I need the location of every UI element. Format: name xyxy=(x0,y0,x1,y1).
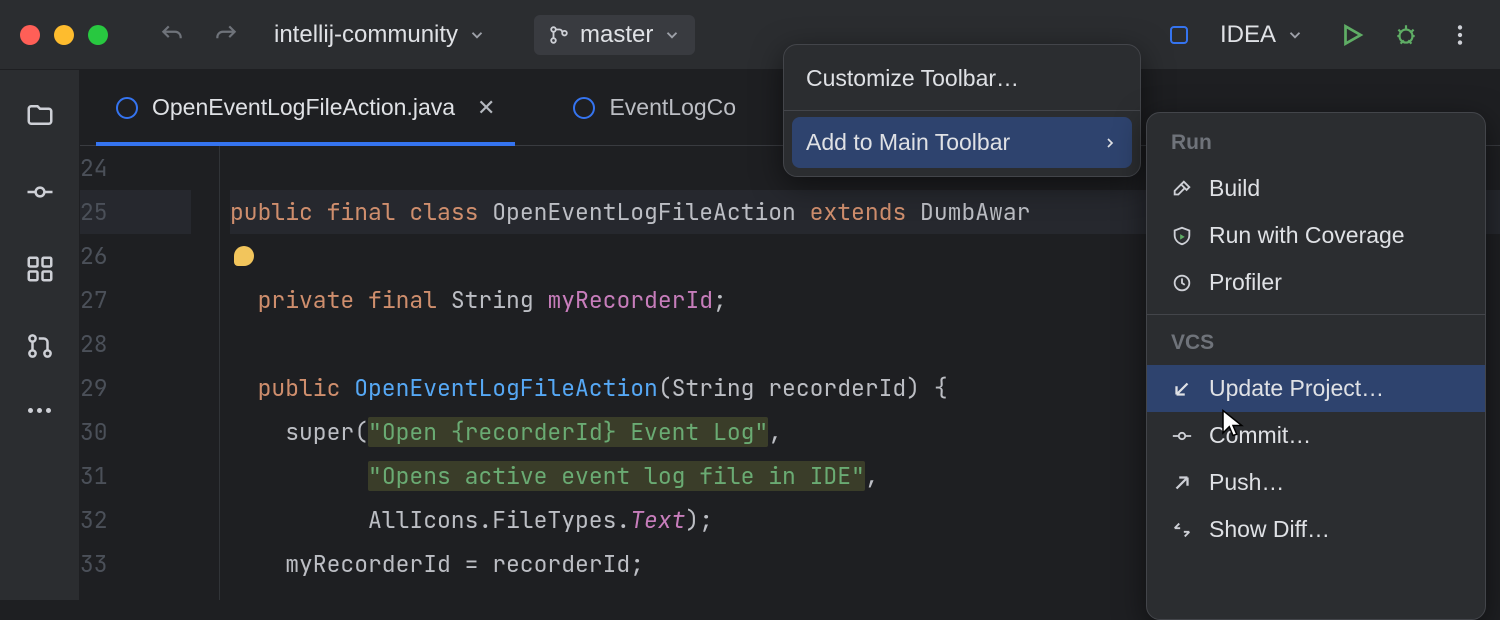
tool-strip xyxy=(0,70,80,600)
branch-name: master xyxy=(580,21,653,49)
more-tools-icon[interactable] xyxy=(28,408,51,413)
minimize-window-button[interactable] xyxy=(54,25,74,45)
show-diff-item[interactable]: Show Diff… xyxy=(1147,506,1485,553)
run-config-name: IDEA xyxy=(1220,21,1276,49)
tab-label: OpenEventLogFileAction.java xyxy=(152,94,455,121)
pull-requests-tool-icon[interactable] xyxy=(25,331,55,366)
build-item[interactable]: Build xyxy=(1147,165,1485,212)
shield-run-icon xyxy=(1171,225,1193,247)
menu-separator xyxy=(1147,314,1485,315)
update-project-item[interactable]: Update Project… xyxy=(1147,365,1485,412)
commit-icon xyxy=(1171,425,1193,447)
customize-toolbar-item[interactable]: Customize Toolbar… xyxy=(784,53,1140,104)
tab-label: EventLogCo xyxy=(609,94,736,121)
menu-separator xyxy=(784,110,1140,111)
stop-icon[interactable] xyxy=(1170,26,1188,44)
toolbar-context-menu: Customize Toolbar… Add to Main Toolbar xyxy=(783,44,1141,177)
run-config-dropdown[interactable]: IDEA xyxy=(1206,15,1318,55)
project-name: intellij-community xyxy=(274,21,458,49)
titlebar: intellij-community master IDEA xyxy=(0,0,1500,70)
run-coverage-item[interactable]: Run with Coverage xyxy=(1147,212,1485,259)
chevron-right-icon xyxy=(1102,135,1118,151)
window-controls xyxy=(20,25,108,45)
run-button[interactable] xyxy=(1332,15,1372,55)
profiler-icon xyxy=(1171,272,1193,294)
tab-open-event-log[interactable]: OpenEventLogFileAction.java ✕ xyxy=(92,70,519,145)
java-file-icon xyxy=(573,97,595,119)
update-arrow-icon xyxy=(1171,378,1193,400)
commit-item[interactable]: Commit… xyxy=(1147,412,1485,459)
java-file-icon xyxy=(116,97,138,119)
submenu-section-header: VCS xyxy=(1147,323,1485,365)
maximize-window-button[interactable] xyxy=(88,25,108,45)
branch-dropdown[interactable]: master xyxy=(534,15,695,55)
add-to-toolbar-item[interactable]: Add to Main Toolbar xyxy=(792,117,1132,168)
push-item[interactable]: Push… xyxy=(1147,459,1485,506)
gutter: 24 25 26 27 28 29 30 31 32 33 xyxy=(80,146,220,600)
project-dropdown[interactable]: intellij-community xyxy=(260,15,500,55)
add-to-toolbar-submenu: Run Build Run with Coverage Profiler VCS… xyxy=(1146,112,1486,620)
close-tab-icon[interactable]: ✕ xyxy=(477,95,495,121)
close-window-button[interactable] xyxy=(20,25,40,45)
profiler-item[interactable]: Profiler xyxy=(1147,259,1485,306)
submenu-section-header: Run xyxy=(1147,123,1485,165)
diff-icon xyxy=(1171,519,1193,541)
more-button[interactable] xyxy=(1440,15,1480,55)
push-arrow-icon xyxy=(1171,472,1193,494)
redo-button[interactable] xyxy=(206,15,246,55)
hammer-icon xyxy=(1171,178,1193,200)
undo-button[interactable] xyxy=(152,15,192,55)
tab-event-log-co[interactable]: EventLogCo xyxy=(549,70,760,145)
debug-button[interactable] xyxy=(1386,15,1426,55)
commit-tool-icon[interactable] xyxy=(25,177,55,212)
structure-tool-icon[interactable] xyxy=(25,254,55,289)
project-tool-icon[interactable] xyxy=(25,100,55,135)
intention-bulb-icon[interactable] xyxy=(234,246,254,266)
